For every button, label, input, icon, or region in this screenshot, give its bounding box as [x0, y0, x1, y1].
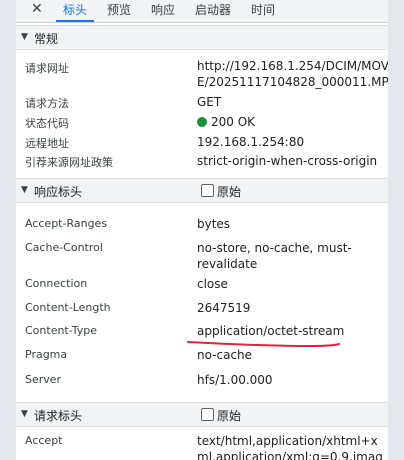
row-value: hfs/1.00.000: [197, 373, 273, 387]
row-value: no-store, no-cache, must-: [197, 241, 352, 255]
row-value: bytes: [197, 217, 231, 231]
collapse-triangle-icon[interactable]: ▼: [21, 185, 28, 195]
row-value-cont: ml,application/xml;q=0.9,imag: [197, 450, 383, 460]
request-headers-section-header[interactable]: ▼ 请求标头 原始: [16, 402, 388, 427]
row-value: close: [197, 277, 228, 291]
row-value-cont: E/20251117104828_000011.MP4: [197, 75, 388, 89]
raw-checkbox-label[interactable]: 原始: [217, 183, 241, 200]
row-key: 状态代码: [25, 117, 69, 130]
row-value: no-cache: [197, 348, 253, 362]
row-value: 200 OK: [197, 114, 255, 130]
row-key: Content-Type: [25, 324, 97, 337]
response-headers-section-header[interactable]: ▼ 响应标头 原始: [16, 178, 388, 203]
row-value: 2647519: [197, 301, 251, 315]
row-value: GET: [197, 95, 222, 109]
scrollbar-track[interactable]: [388, 0, 404, 460]
active-tab-indicator: [56, 20, 94, 22]
row-key: Accept: [25, 434, 63, 447]
general-section-title: 常规: [34, 32, 59, 46]
row-key: 远程地址: [25, 137, 69, 150]
row-key: 请求网址: [25, 62, 69, 75]
row-key: Pragma: [25, 348, 68, 361]
network-headers-panel: ✕ 标头 预览 响应 启动器 时间 ▼ 常规 请求网址 http://192.1…: [16, 0, 388, 460]
row-key: Connection: [25, 277, 88, 290]
row-key: Content-Length: [25, 301, 111, 314]
raw-checkbox[interactable]: [201, 184, 214, 197]
row-value: text/html,application/xhtml+x: [197, 434, 378, 448]
left-gutter: [0, 0, 16, 460]
row-key: 请求方法: [25, 97, 69, 110]
row-value: strict-origin-when-cross-origin: [197, 154, 378, 168]
tab-response[interactable]: 响应: [151, 3, 175, 17]
response-headers-title: 响应标头: [34, 185, 83, 199]
row-key: Accept-Ranges: [25, 217, 108, 230]
general-section-header[interactable]: ▼ 常规: [16, 25, 388, 50]
close-icon[interactable]: ✕: [31, 1, 43, 17]
status-text: 200 OK: [211, 115, 256, 129]
row-key: 引荐来源网址政策: [25, 156, 113, 169]
row-value: http://192.168.1.254/DCIM/MOVI: [197, 59, 388, 73]
raw-checkbox[interactable]: [201, 408, 214, 421]
row-value: 192.168.1.254:80: [197, 135, 305, 149]
tab-initiator[interactable]: 启动器: [195, 3, 231, 17]
raw-checkbox-label[interactable]: 原始: [217, 407, 241, 424]
collapse-triangle-icon[interactable]: ▼: [21, 32, 28, 42]
tab-timing[interactable]: 时间: [251, 3, 275, 17]
tab-bar: ✕ 标头 预览 响应 启动器 时间: [16, 0, 388, 23]
request-headers-title: 请求标头: [34, 409, 83, 423]
row-value-cont: revalidate: [197, 257, 258, 271]
collapse-triangle-icon[interactable]: ▼: [21, 409, 28, 419]
status-ok-dot-icon: [197, 117, 207, 127]
tab-preview[interactable]: 预览: [107, 3, 131, 17]
row-key: Cache-Control: [25, 241, 103, 254]
row-key: Server: [25, 373, 62, 386]
tab-headers[interactable]: 标头: [63, 3, 87, 17]
